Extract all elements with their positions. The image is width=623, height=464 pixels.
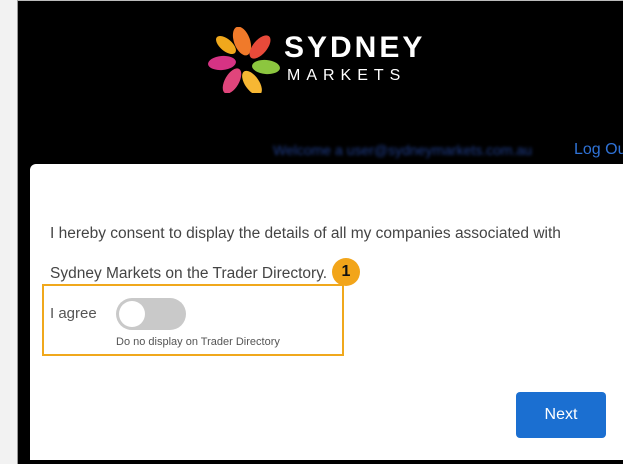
consent-text: I hereby consent to display the details …	[50, 225, 561, 282]
callout-badge: 1	[332, 258, 360, 286]
next-button[interactable]: Next	[516, 392, 606, 438]
welcome-user-text: Welcome a user@sydneymarkets.com.au	[273, 142, 533, 158]
logo-subtitle: MARKETS	[287, 67, 407, 84]
agree-label: I agree	[50, 305, 97, 322]
logo-wordmark: SYDNEY	[284, 31, 426, 64]
toggle-knob	[119, 301, 145, 327]
logout-link[interactable]: Log Out	[574, 141, 623, 159]
sydney-markets-logo: SYDNEY MARKETS	[204, 27, 474, 93]
sydney-markets-leaf-logo-icon	[208, 27, 280, 93]
consent-card: I hereby consent to display the details …	[30, 164, 623, 460]
agree-toggle[interactable]	[116, 298, 186, 330]
toggle-caption: Do no display on Trader Directory	[116, 336, 280, 348]
